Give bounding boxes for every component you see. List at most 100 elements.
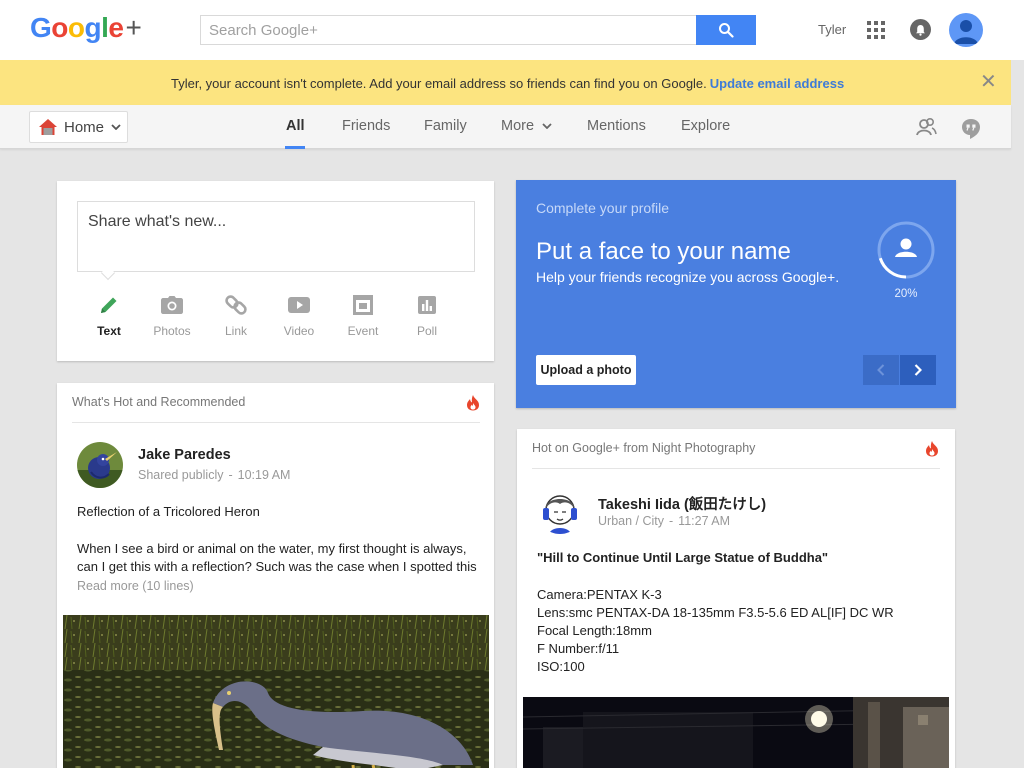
logo-letter: o (51, 12, 68, 43)
stream-nav-bar: Home All Friends Family More Mentions Ex… (0, 105, 1011, 149)
tab-explore[interactable]: Explore (681, 118, 730, 134)
post-body-line: Lens:smc PENTAX-DA 18-135mm F3.5-5.6 ED … (537, 605, 894, 620)
post-meta: Shared publicly -10:19 AM (138, 468, 291, 482)
post-image[interactable] (523, 697, 949, 768)
tab-family[interactable]: Family (424, 118, 467, 134)
apps-grid-icon[interactable] (866, 20, 886, 40)
post-visibility[interactable]: Shared publicly (138, 468, 223, 482)
share-action-label: Poll (416, 324, 437, 338)
user-avatar-icon[interactable] (949, 13, 983, 47)
share-photos-button[interactable]: Photos (147, 292, 197, 338)
poll-icon (418, 296, 436, 314)
search-icon (719, 23, 734, 38)
camera-icon (161, 296, 183, 314)
post-body-line: can I get this with a reflection? Such w… (77, 559, 477, 574)
logo-letter: G (30, 12, 52, 43)
share-event-button[interactable]: Event (338, 292, 388, 338)
post-body-line: Focal Length:18mm (537, 623, 652, 638)
share-video-button[interactable]: Video (274, 292, 324, 338)
home-icon (39, 119, 57, 135)
search-bar (200, 15, 756, 45)
link-icon (225, 295, 247, 315)
logo-plus: + (125, 12, 142, 43)
divider (72, 422, 480, 423)
person-icon (900, 238, 912, 250)
hangouts-icon[interactable] (961, 118, 981, 140)
post-section-header: What's Hot and Recommended (72, 395, 246, 409)
pencil-icon (101, 297, 117, 313)
post-meta: Urban / City -11:27 AM (598, 514, 731, 528)
post-time[interactable]: 11:27 AM (678, 514, 730, 528)
top-bar: Google+ Tyler (0, 0, 1024, 60)
post-body-line: F Number:f/11 (537, 641, 620, 656)
home-dropdown[interactable]: Home (29, 111, 128, 143)
post-section-header: Hot on Google+ from Night Photography (532, 441, 756, 455)
tab-more[interactable]: More (501, 118, 552, 134)
video-icon (288, 297, 310, 313)
profile-pager (863, 355, 936, 385)
tab-mentions[interactable]: Mentions (587, 118, 646, 134)
share-action-label: Text (97, 324, 121, 338)
share-text-button[interactable]: Text (84, 292, 134, 338)
chevron-down-icon (111, 124, 121, 130)
divider (532, 468, 940, 469)
post-body-line: ISO:100 (537, 659, 585, 674)
post-body-line: When I see a bird or animal on the water… (77, 541, 467, 556)
share-input[interactable]: Share what's new... (77, 201, 475, 272)
read-more-link[interactable]: Read more (10 lines) (77, 579, 194, 593)
event-icon (353, 295, 373, 315)
google-plus-logo[interactable]: Google+ (30, 12, 142, 44)
post-image[interactable] (63, 615, 489, 768)
chevron-left-icon (877, 364, 885, 376)
search-button[interactable] (696, 15, 756, 45)
logo-letter: o (67, 12, 85, 43)
profile-subtitle: Help your friends recognize you across G… (536, 269, 840, 285)
close-icon[interactable]: ✕ (980, 72, 997, 92)
post-card: Hot on Google+ from Night Photography Ta… (517, 429, 955, 768)
chevron-down-icon (542, 123, 552, 130)
tab-more-label: More (501, 118, 535, 134)
avatar[interactable] (77, 442, 123, 488)
previous-button[interactable] (863, 355, 899, 385)
tab-all[interactable]: All (286, 118, 305, 134)
post-title: Reflection of a Tricolored Heron (77, 504, 260, 519)
bell-icon[interactable] (910, 19, 931, 40)
flame-icon (467, 395, 479, 411)
share-action-label: Link (224, 324, 247, 338)
logo-letter: l (101, 12, 109, 43)
user-name[interactable]: Tyler (818, 22, 846, 37)
share-poll-button[interactable]: Poll (402, 292, 452, 338)
profile-title: Put a face to your name (536, 238, 791, 265)
logo-letter: e (108, 12, 124, 43)
post-time[interactable]: 10:19 AM (238, 468, 291, 482)
upload-photo-button[interactable]: Upload a photo (536, 355, 636, 385)
share-action-label: Video (283, 324, 315, 338)
people-icon[interactable] (915, 117, 937, 137)
post-title: "Hill to Continue Until Large Statue of … (537, 550, 829, 565)
complete-profile-card: Complete your profile Put a face to your… (516, 180, 956, 408)
tab-friends[interactable]: Friends (342, 118, 390, 134)
post-card: What's Hot and Recommended Jake Paredes … (57, 383, 494, 768)
home-label: Home (64, 118, 105, 136)
post-author[interactable]: Jake Paredes (138, 447, 231, 463)
notice-text: Tyler, your account isn't complete. Add … (171, 76, 707, 91)
post-author[interactable]: Takeshi Iida (飯田たけし) (598, 493, 766, 514)
profile-progress-percent: 20% (894, 288, 918, 300)
next-button[interactable] (900, 355, 936, 385)
share-link-button[interactable]: Link (211, 292, 261, 338)
share-box-card: Share what's new... Text Photos Link Vid… (57, 181, 494, 361)
logo-letter: g (84, 12, 102, 43)
post-body-line: Camera:PENTAX K-3 (537, 587, 662, 602)
profile-kicker: Complete your profile (536, 200, 670, 216)
update-email-link[interactable]: Update email address (710, 76, 844, 91)
post-visibility[interactable]: Urban / City (598, 514, 664, 528)
share-action-label: Photos (153, 324, 191, 338)
profile-progress-ring (877, 221, 935, 279)
avatar[interactable] (537, 488, 583, 534)
search-input[interactable] (200, 15, 696, 45)
account-notice-bar: Tyler, your account isn't complete. Add … (0, 60, 1011, 105)
notice-message: Tyler, your account isn't complete. Add … (171, 76, 844, 91)
share-action-label: Event (347, 324, 379, 338)
active-tab-indicator (285, 146, 305, 149)
chevron-right-icon (914, 364, 922, 376)
